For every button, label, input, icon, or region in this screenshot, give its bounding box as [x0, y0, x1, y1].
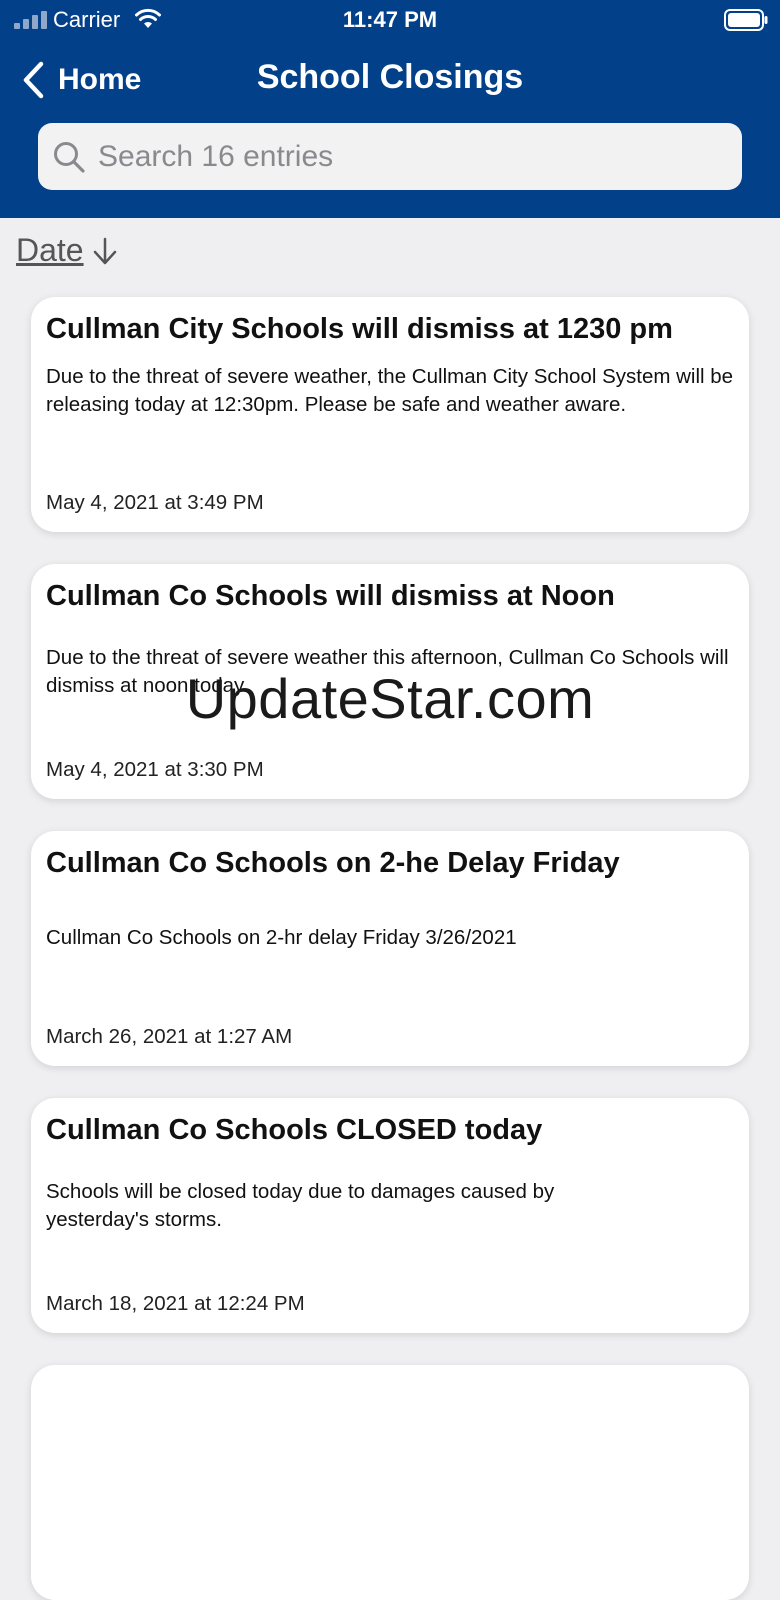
closing-entry-card[interactable]: [31, 1365, 749, 1600]
battery-icon: [724, 9, 768, 31]
arrow-down-icon: [93, 237, 116, 264]
status-time: 11:47 PM: [342, 7, 438, 32]
entry-title: Cullman Co Schools CLOSED today: [46, 1114, 543, 1146]
entry-title: Cullman Co Schools will dismiss at Noon: [46, 580, 615, 612]
entry-title: Cullman City Schools will dismiss at 123…: [46, 313, 673, 345]
entry-date: May 4, 2021 at 3:49 PM: [46, 491, 264, 514]
entry-body: Schools will be closed today due to dama…: [46, 1180, 555, 1231]
sort-by-date-button[interactable]: Date: [16, 232, 118, 269]
entry-body: Due to the threat of severe weather this…: [46, 646, 729, 697]
sort-label: Date: [16, 232, 84, 268]
entry-body: Due to the threat of severe weather, the…: [46, 365, 734, 416]
entry-date: March 18, 2021 at 12:24 PM: [46, 1292, 305, 1315]
search-bar[interactable]: [38, 123, 742, 190]
closing-entry-card[interactable]: Cullman Co Schools will dismiss at Noon …: [31, 564, 749, 799]
page-title: School Closings: [256, 58, 524, 96]
search-icon: [54, 141, 85, 173]
app-header: Carrier 11:47 PM Home School Closings: [0, 0, 780, 218]
closing-entry-card[interactable]: Cullman Co Schools CLOSED today Schools …: [31, 1098, 749, 1333]
closing-entry-card[interactable]: Cullman Co Schools on 2-he Delay Friday …: [31, 831, 749, 1066]
search-input[interactable]: [96, 138, 720, 175]
entry-date: May 4, 2021 at 3:30 PM: [46, 758, 264, 781]
entry-date: March 26, 2021 at 1:27 AM: [46, 1025, 293, 1048]
entry-title: Cullman Co Schools on 2-he Delay Friday: [46, 847, 620, 879]
closing-entry-card[interactable]: Cullman City Schools will dismiss at 123…: [31, 297, 749, 532]
status-bar: Carrier 11:47 PM: [0, 0, 780, 40]
entry-body: Cullman Co Schools on 2-hr delay Friday …: [46, 926, 517, 949]
